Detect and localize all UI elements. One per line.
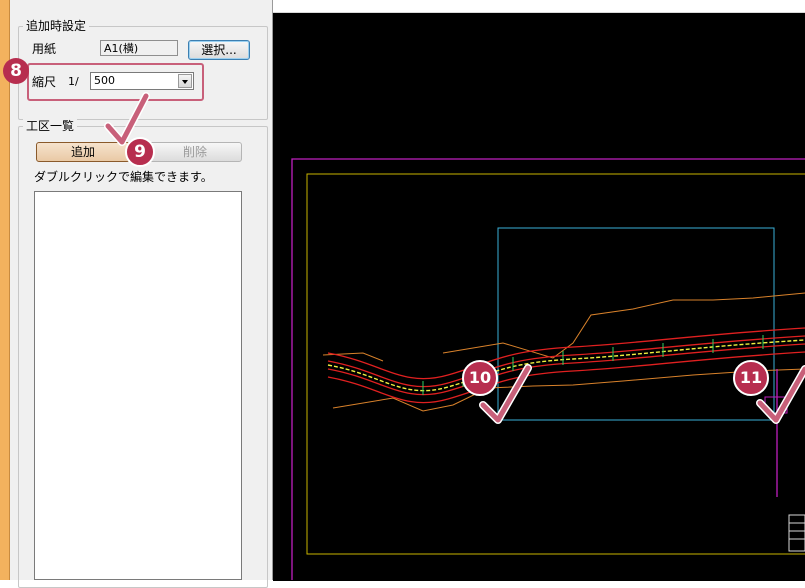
checkmark-icon (105, 93, 149, 145)
instruction-overlay (104, 92, 150, 146)
step-11-badge: 11 (733, 360, 769, 396)
step-10-badge: 10 (462, 360, 498, 396)
step-8-badge: 8 (3, 58, 29, 84)
step-9-badge: 9 (125, 137, 155, 167)
